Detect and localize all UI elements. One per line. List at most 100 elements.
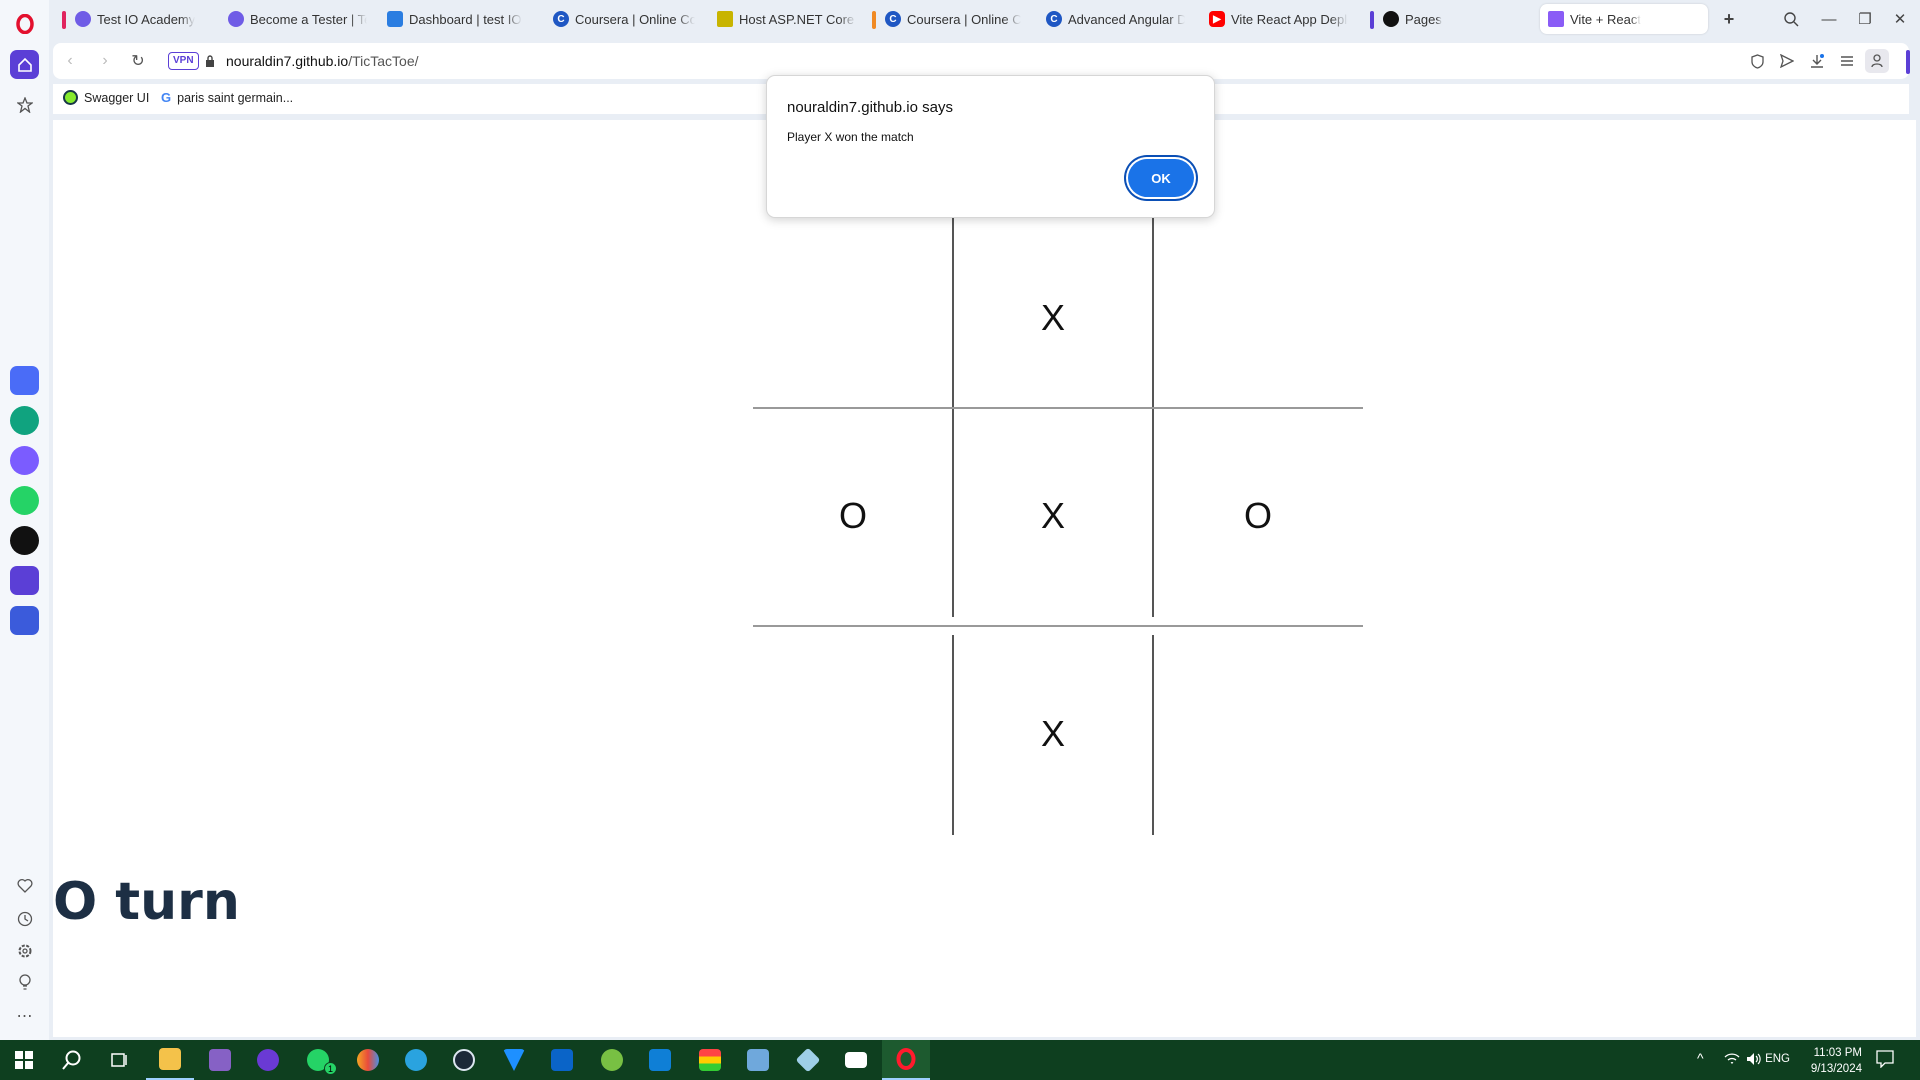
tab-title: Pages bbox=[1405, 11, 1442, 27]
board-cell-6[interactable] bbox=[753, 634, 953, 834]
lock-icon[interactable] bbox=[200, 51, 220, 71]
tab-1[interactable]: Become a Tester | Test IO bbox=[220, 4, 375, 34]
board-cell-0[interactable] bbox=[753, 218, 953, 418]
settings-icon[interactable] bbox=[10, 936, 39, 965]
aria-icon[interactable] bbox=[10, 366, 39, 395]
swagger-icon bbox=[63, 90, 78, 105]
clock[interactable]: 11:03 PM 9/13/2024 bbox=[1811, 1045, 1862, 1077]
back-button[interactable]: ‹ bbox=[60, 51, 80, 71]
colorful-app-icon[interactable] bbox=[344, 1040, 392, 1080]
bookmark-label: paris saint germain... bbox=[177, 90, 294, 105]
shield-icon[interactable] bbox=[1747, 51, 1767, 71]
bookmark-swagger[interactable]: Swagger UI bbox=[63, 90, 149, 105]
sidebar-toggle[interactable] bbox=[1906, 50, 1910, 74]
tab-9-active[interactable]: Vite + React bbox=[1540, 4, 1708, 34]
opera-taskbar-icon[interactable] bbox=[882, 1040, 930, 1080]
tiktok-icon[interactable] bbox=[10, 526, 39, 555]
coursera-favicon-icon: C bbox=[885, 11, 901, 27]
whatsapp-icon[interactable] bbox=[10, 486, 39, 515]
whatsapp-taskbar-icon[interactable]: 1 bbox=[294, 1040, 342, 1080]
tab-title: Become a Tester | Test IO bbox=[250, 11, 367, 27]
close-window-button[interactable]: ✕ bbox=[1887, 6, 1913, 32]
vpn-app-icon[interactable] bbox=[490, 1040, 538, 1080]
vscode-icon[interactable] bbox=[636, 1040, 684, 1080]
board-cell-5[interactable]: O bbox=[1158, 416, 1358, 616]
tab-6[interactable]: C Advanced Angular Deve bbox=[1038, 4, 1193, 34]
chatgpt-icon[interactable] bbox=[10, 406, 39, 435]
lightbulb-icon[interactable] bbox=[10, 968, 39, 997]
google-icon: G bbox=[161, 90, 172, 105]
tab-title: Coursera | Online Courses bbox=[575, 11, 695, 27]
more-icon[interactable]: ⋯ bbox=[10, 1001, 39, 1030]
music-player-icon[interactable] bbox=[10, 566, 39, 595]
outlook-icon[interactable] bbox=[538, 1040, 586, 1080]
steam-icon[interactable] bbox=[440, 1040, 488, 1080]
tab-4[interactable]: Host ASP.NET Core on A bbox=[709, 4, 864, 34]
clock-date: 9/13/2024 bbox=[1810, 1063, 1862, 1075]
ok-button[interactable]: OK bbox=[1128, 159, 1194, 197]
new-tab-button[interactable]: + bbox=[1716, 6, 1742, 32]
heart-icon[interactable] bbox=[10, 871, 39, 900]
board-cell-3[interactable]: O bbox=[753, 416, 953, 616]
tab-title: Vite React App Deploy C bbox=[1231, 11, 1348, 27]
bookmark-psg[interactable]: G paris saint germain... bbox=[161, 90, 293, 105]
volume-icon[interactable] bbox=[1746, 1052, 1762, 1071]
visual-studio-icon[interactable] bbox=[196, 1040, 244, 1080]
forward-button[interactable]: › bbox=[95, 51, 115, 71]
tab-7[interactable]: ▶ Vite React App Deploy C bbox=[1201, 4, 1356, 34]
task-view-icon[interactable] bbox=[96, 1040, 144, 1080]
tab-title: Test IO Academy bbox=[97, 11, 196, 27]
snipping-tool-icon[interactable] bbox=[784, 1040, 832, 1080]
tab-2[interactable]: Dashboard | test IO bbox=[379, 4, 537, 34]
tab-3[interactable]: C Coursera | Online Courses bbox=[545, 4, 703, 34]
minimize-button[interactable]: — bbox=[1816, 6, 1842, 32]
start-button[interactable] bbox=[0, 1040, 48, 1080]
utorrent-icon[interactable] bbox=[588, 1040, 636, 1080]
tab-0[interactable]: Test IO Academy bbox=[59, 4, 214, 34]
show-hidden-icons[interactable]: ^ bbox=[1697, 1050, 1704, 1066]
language-indicator[interactable]: ENG bbox=[1765, 1053, 1790, 1065]
clock-time: 11:03 PM bbox=[1813, 1047, 1862, 1059]
bluestacks-icon[interactable] bbox=[686, 1040, 734, 1080]
board-cell-1[interactable]: X bbox=[953, 218, 1153, 418]
search-tabs-icon[interactable] bbox=[1778, 6, 1804, 32]
media-player-icon[interactable] bbox=[244, 1040, 292, 1080]
tab-title: Vite + React bbox=[1570, 11, 1641, 27]
tab-8[interactable]: Pages bbox=[1367, 4, 1517, 34]
file-explorer-icon[interactable] bbox=[146, 1040, 194, 1080]
easy-setup-icon[interactable] bbox=[1837, 51, 1857, 71]
url-field[interactable]: nouraldin7.github.io/TicTacToe/ bbox=[226, 53, 419, 69]
turn-status: O turn bbox=[53, 872, 240, 932]
reload-button[interactable]: ↻ bbox=[128, 51, 148, 71]
opera-sidebar: ⋯ bbox=[0, 0, 49, 1040]
history-icon[interactable] bbox=[10, 904, 39, 933]
opera-menu-icon[interactable] bbox=[10, 9, 39, 38]
board-cell-8[interactable] bbox=[1153, 634, 1353, 834]
send-icon[interactable] bbox=[1777, 51, 1797, 71]
notifications-icon[interactable] bbox=[1876, 1050, 1894, 1073]
dialog-title: nouraldin7.github.io says bbox=[787, 99, 953, 116]
profile-icon[interactable] bbox=[1865, 49, 1889, 73]
alert-dialog: nouraldin7.github.io says Player X won t… bbox=[766, 75, 1215, 218]
star-icon[interactable] bbox=[10, 90, 39, 119]
download-icon[interactable] bbox=[1807, 51, 1827, 71]
dialog-message: Player X won the match bbox=[787, 130, 914, 144]
dashboard-favicon-icon bbox=[387, 11, 403, 27]
search-icon[interactable] bbox=[48, 1040, 96, 1080]
github-favicon-icon bbox=[1383, 11, 1399, 27]
board-cell-4[interactable]: X bbox=[953, 416, 1153, 616]
board-cell-7[interactable]: X bbox=[953, 634, 1153, 834]
player-icon[interactable] bbox=[10, 606, 39, 635]
home-icon[interactable] bbox=[10, 50, 39, 79]
network-app-icon[interactable] bbox=[734, 1040, 782, 1080]
vpn-badge[interactable]: VPN bbox=[168, 52, 199, 70]
page-content: X O X O X O turn bbox=[53, 120, 1916, 1037]
board-cell-2[interactable] bbox=[1153, 218, 1353, 418]
restore-button[interactable]: ❐ bbox=[1852, 6, 1878, 32]
telegram-icon[interactable] bbox=[392, 1040, 440, 1080]
window-app-icon[interactable] bbox=[832, 1040, 880, 1080]
url-host: nouraldin7.github.io bbox=[226, 53, 349, 69]
tab-5[interactable]: C Coursera | Online Courses bbox=[869, 4, 1029, 34]
messenger-icon[interactable] bbox=[10, 446, 39, 475]
wifi-icon[interactable] bbox=[1724, 1052, 1740, 1071]
